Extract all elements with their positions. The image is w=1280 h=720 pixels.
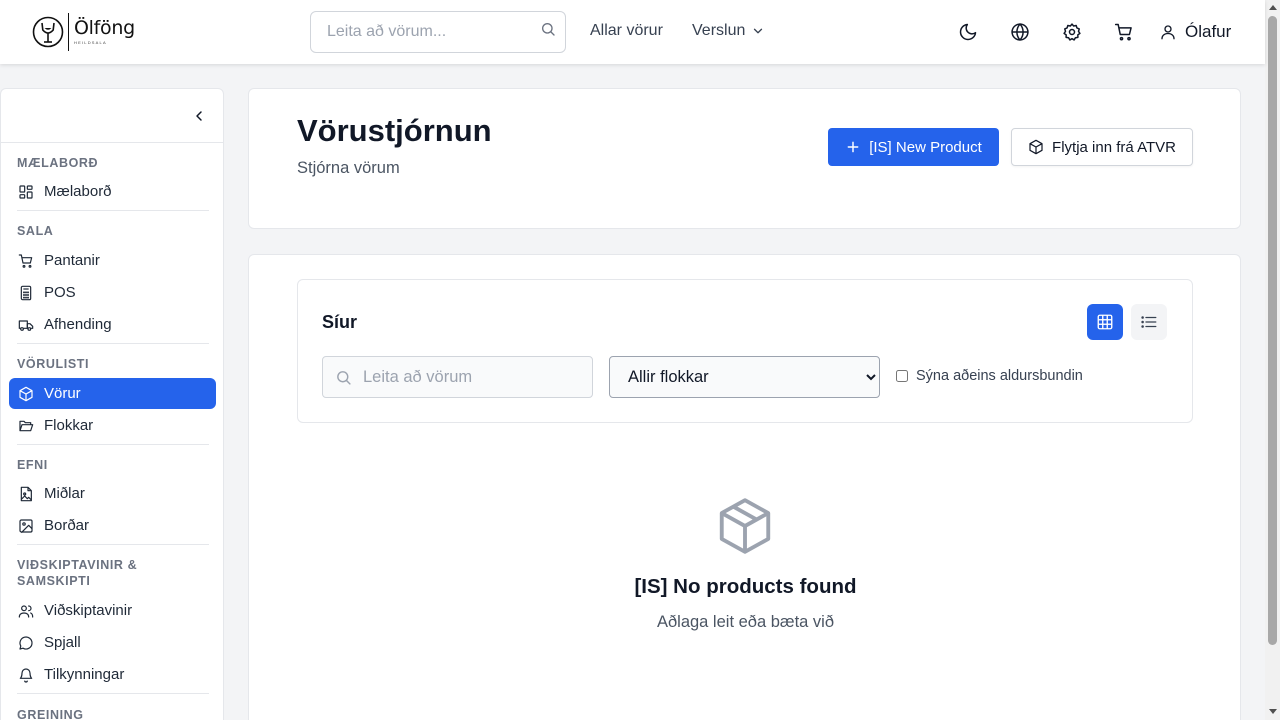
sidebar-item-banners[interactable]: Borðar <box>9 510 216 541</box>
filter-panel: Síur Allir flokkar Sýna aðeins aldursbun… <box>297 279 1193 423</box>
sidebar-item-chat[interactable]: Spjall <box>9 627 216 658</box>
sidebar-item-label: Mælaborð <box>44 183 112 200</box>
sidebar-divider <box>17 210 209 211</box>
sidebar-section-sales: SALA <box>17 224 54 238</box>
sidebar-item-media[interactable]: Miðlar <box>9 478 216 509</box>
sidebar-divider <box>17 444 209 445</box>
logo-mark-icon <box>32 16 64 48</box>
calculator-icon <box>20 285 32 300</box>
category-select[interactable]: Allir flokkar <box>609 356 880 398</box>
sidebar-item-label: Pantanir <box>44 252 100 269</box>
sidebar-item-categories[interactable]: Flokkar <box>9 410 216 441</box>
import-atvr-label: Flytja inn frá ATVR <box>1052 138 1176 156</box>
cart-icon <box>18 253 33 268</box>
sidebar-header <box>1 89 223 143</box>
sidebar-item-label: Borðar <box>44 517 90 534</box>
sidebar-item-customers[interactable]: Viðskiptavinir <box>9 595 216 626</box>
scrollbar-thumb[interactable] <box>1268 16 1277 645</box>
page-scrollbar[interactable] <box>1265 0 1280 720</box>
scroll-up-arrow-icon[interactable] <box>1269 5 1277 10</box>
sidebar-item-orders[interactable]: Pantanir <box>9 245 216 276</box>
globe-icon[interactable] <box>1010 22 1030 42</box>
page-subtitle: Stjórna vörum <box>297 159 400 177</box>
empty-state-subtitle: Aðlaga leit eða bæta við <box>656 613 835 631</box>
brand-logo[interactable]: Ölföng HEILDSALA <box>32 12 135 52</box>
message-circle-icon <box>19 635 33 650</box>
sidebar-section-analytics: GREINING <box>17 708 84 720</box>
new-product-button[interactable]: [IS] New Product <box>828 128 999 166</box>
plus-icon <box>847 141 859 153</box>
folder-open-icon <box>19 420 34 431</box>
users-icon <box>18 604 34 618</box>
chevron-left-icon[interactable] <box>191 108 207 124</box>
sidebar-item-label: Miðlar <box>44 485 85 502</box>
age-restricted-filter[interactable]: Sýna aðeins aldursbundin <box>896 368 1083 384</box>
empty-state-title: [IS] No products found <box>634 575 857 598</box>
cart-icon[interactable] <box>1114 22 1134 42</box>
sidebar-item-label: Flokkar <box>44 417 94 434</box>
sidebar-item-notifications[interactable]: Tilkynningar <box>9 659 216 690</box>
sidebar-section-dashboard: MÆLABORÐ <box>17 156 99 170</box>
scroll-down-arrow-icon[interactable] <box>1269 709 1277 714</box>
sidebar-item-label: POS <box>44 284 76 301</box>
package-icon <box>1029 139 1043 155</box>
nav-store-dropdown[interactable]: Verslun <box>692 22 765 40</box>
brand-tagline: HEILDSALA <box>74 40 107 45</box>
grid-view-button[interactable] <box>1087 304 1123 340</box>
sidebar-divider <box>17 343 209 344</box>
top-navbar: Ölföng HEILDSALA Allar vörur Verslun Óla… <box>0 0 1265 64</box>
sidebar-item-pos[interactable]: POS <box>9 277 216 308</box>
age-restricted-label: Sýna aðeins aldursbundin <box>916 368 1083 384</box>
nav-store-label: Verslun <box>692 22 746 39</box>
truck-icon <box>18 319 34 331</box>
product-search-input[interactable] <box>323 357 592 397</box>
search-icon <box>337 371 351 385</box>
chevron-down-icon <box>754 28 763 34</box>
sidebar-item-label: Vörur <box>44 385 81 402</box>
page-header-card: Vörustjórnun Stjórna vörum [IS] New Prod… <box>248 88 1241 229</box>
sidebar-section-content: EFNI <box>17 458 48 472</box>
sidebar-section-catalog: VÖRULISTI <box>17 357 90 371</box>
package-icon <box>719 498 771 554</box>
products-card: Síur Allir flokkar Sýna aðeins aldursbun… <box>248 254 1241 720</box>
search-icon[interactable] <box>540 21 556 37</box>
sidebar-divider <box>17 544 209 545</box>
product-search <box>322 356 593 398</box>
sidebar-item-delivery[interactable]: Afhending <box>9 309 216 340</box>
package-icon <box>19 386 33 401</box>
brand-name: Ölföng <box>74 17 135 39</box>
sidebar-item-dashboard[interactable]: Mælaborð <box>9 176 216 207</box>
sidebar-section-customers: VIÐSKIPTAVINIR & SAMSKIPTI <box>17 558 138 588</box>
sidebar-divider <box>17 693 209 694</box>
nav-all-products[interactable]: Allar vörur <box>590 22 663 40</box>
user-icon <box>1161 25 1175 40</box>
image-icon <box>19 518 33 533</box>
list-view-button[interactable] <box>1131 304 1167 340</box>
moon-icon[interactable] <box>958 22 978 42</box>
sidebar-item-products[interactable]: Vörur <box>9 378 216 409</box>
gear-icon[interactable] <box>1062 22 1082 42</box>
logo-divider <box>68 13 69 51</box>
sidebar: MÆLABORÐ Mælaborð SALA Pantanir POS Afhe… <box>0 88 224 720</box>
filter-title: Síur <box>322 312 358 332</box>
dashboard-icon <box>19 184 33 199</box>
list-icon <box>1141 316 1157 328</box>
user-name: Ólafur <box>1185 22 1232 41</box>
sidebar-item-label: Spjall <box>44 634 81 651</box>
age-restricted-checkbox[interactable] <box>896 370 908 382</box>
page-title: Vörustjórnun <box>297 113 492 148</box>
new-product-label: [IS] New Product <box>869 138 982 156</box>
global-search <box>310 11 566 53</box>
bell-icon <box>19 667 33 683</box>
global-search-input[interactable] <box>311 12 526 52</box>
sidebar-item-label: Afhending <box>44 316 112 333</box>
user-menu[interactable]: Ólafur <box>1159 22 1231 42</box>
grid-icon <box>1097 314 1113 330</box>
sidebar-item-label: Viðskiptavinir <box>44 602 133 619</box>
sidebar-item-label: Tilkynningar <box>44 666 125 683</box>
file-image-icon <box>20 486 32 501</box>
import-atvr-button[interactable]: Flytja inn frá ATVR <box>1011 128 1193 166</box>
